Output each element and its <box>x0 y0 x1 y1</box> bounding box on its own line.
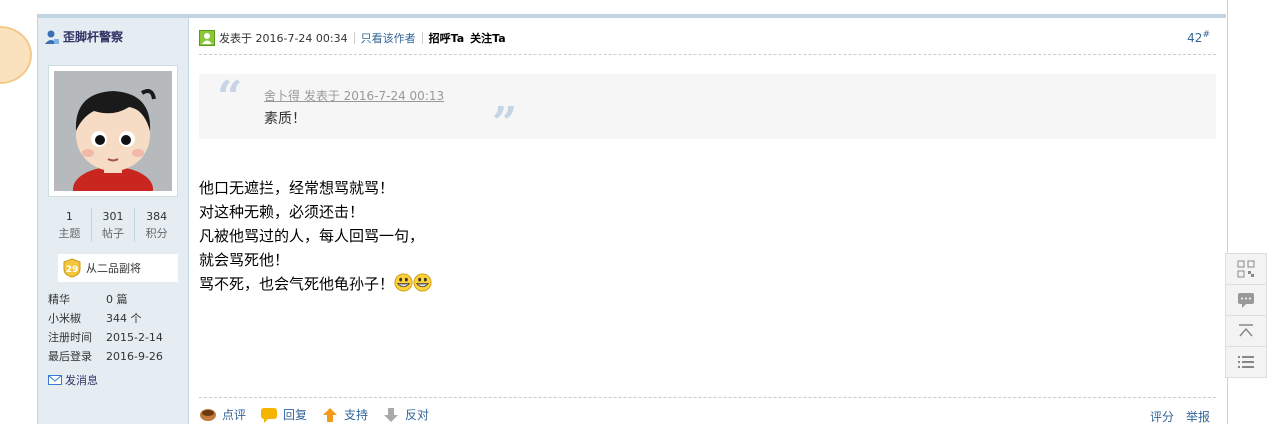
floor-number[interactable]: 42# <box>1187 30 1210 45</box>
stat-points-count[interactable]: 384 <box>135 208 178 225</box>
envelope-icon <box>48 375 62 385</box>
info-row: 精华 0 篇 <box>48 290 183 309</box>
author-sidebar: 歪脚杆警察 1 主题 301 帖子 384 积分 29 从二品副将 精华 0 篇… <box>38 18 189 424</box>
stat-posts-count[interactable]: 301 <box>92 208 135 225</box>
post-actions: 点评 回复 支持 反对 <box>199 406 443 423</box>
info-value: 2015-2-14 <box>106 331 163 344</box>
footer-divider <box>199 397 1216 398</box>
rank-number: 29 <box>66 265 79 275</box>
support-button[interactable]: 支持 <box>321 406 368 423</box>
post-actions-right: 评分 举报 <box>1150 408 1210 425</box>
reply-label[interactable]: 回复 <box>283 406 307 423</box>
info-value: 0 篇 <box>106 293 128 306</box>
author-username[interactable]: 歪脚杆警察 <box>63 28 123 45</box>
quote-open-icon: “ <box>217 72 243 123</box>
avatar[interactable] <box>48 65 178 197</box>
info-row: 小米椒 344 个 <box>48 309 183 328</box>
reply-bubble-icon <box>261 407 278 423</box>
body-line: 凡被他骂过的人，每人回骂一句， <box>199 227 425 245</box>
info-key: 最后登录 <box>48 350 92 363</box>
author-info: 精华 0 篇 小米椒 344 个 注册时间 2015-2-14 最后登录 201… <box>48 290 183 366</box>
body-line: 骂不死，也会气死他龟孙子！ <box>199 275 395 293</box>
qrcode-icon <box>1237 260 1255 278</box>
stat-topics-count[interactable]: 1 <box>48 208 91 225</box>
body-line: 就会骂死他！ <box>199 251 290 269</box>
rank-level-icon: 29 <box>63 258 81 278</box>
side-toolbar <box>1225 253 1267 378</box>
quote-close-icon: ” <box>492 98 518 149</box>
stat-points-label: 积分 <box>145 227 168 240</box>
oppose-label[interactable]: 反对 <box>405 406 429 423</box>
info-value: 2016-9-26 <box>106 350 163 363</box>
greet-link[interactable]: 招呼Ta <box>429 30 465 46</box>
stat-topics[interactable]: 1 主题 <box>48 208 92 242</box>
divider <box>353 32 355 44</box>
info-value: 344 个 <box>106 312 142 325</box>
list-icon <box>1238 356 1254 368</box>
body-line: 对这种无赖，必须还击！ <box>199 203 365 221</box>
rank-badge: 29 从二品副将 <box>58 254 178 282</box>
stat-points[interactable]: 384 积分 <box>135 208 178 242</box>
quote-text: 素质！ <box>264 111 306 127</box>
online-status-icon <box>199 30 215 46</box>
username-row[interactable]: 歪脚杆警察 <box>44 28 123 45</box>
author-stats: 1 主题 301 帖子 384 积分 <box>48 208 178 242</box>
info-key: 小米椒 <box>48 312 81 325</box>
reply-button[interactable]: 回复 <box>260 406 307 423</box>
info-key: 精华 <box>48 293 70 306</box>
post-timestamp: 发表于 2016-7-24 00:34 <box>219 32 348 45</box>
qrcode-button[interactable] <box>1225 253 1267 284</box>
divider <box>421 32 423 44</box>
info-row: 最后登录 2016-9-26 <box>48 347 183 366</box>
stat-posts[interactable]: 301 帖子 <box>92 208 136 242</box>
info-row: 注册时间 2015-2-14 <box>48 328 183 347</box>
comment-tool-button[interactable] <box>1225 284 1267 315</box>
previous-post-divider <box>37 0 1226 18</box>
quote-author-link[interactable]: 舍卜得 发表于 2016-7-24 00:13 <box>264 87 444 104</box>
stat-topics-label: 主题 <box>58 227 81 240</box>
body-line-with-emoji: 骂不死，也会气死他龟孙子！ <box>199 272 432 296</box>
quote-block: “ 舍卜得 发表于 2016-7-24 00:13 素质！ ” <box>199 72 1216 146</box>
oppose-button[interactable]: 反对 <box>382 406 429 423</box>
floor-number-value[interactable]: 42 <box>1187 31 1202 45</box>
send-message-link[interactable]: 发消息 <box>48 372 98 388</box>
support-label[interactable]: 支持 <box>344 406 368 423</box>
header-divider <box>199 54 1216 55</box>
body-line: 他口无遮拦，经常想骂就骂！ <box>199 179 395 197</box>
grin-emoji-icon <box>394 273 413 292</box>
send-message-label[interactable]: 发消息 <box>65 372 98 388</box>
comment-button[interactable]: 点评 <box>199 406 246 423</box>
only-author-link[interactable]: 只看该作者 <box>361 30 416 46</box>
floor-mark: # <box>1202 30 1210 40</box>
comment-label[interactable]: 点评 <box>222 406 246 423</box>
arrow-up-icon <box>323 407 338 422</box>
coffee-cup-icon <box>200 408 216 421</box>
user-online-icon <box>45 30 59 44</box>
back-to-top-icon <box>1239 324 1253 337</box>
post-header: 发表于 2016-7-24 00:34 只看该作者 招呼Ta 关注Ta <box>199 28 1216 48</box>
post-content: 发表于 2016-7-24 00:34 只看该作者 招呼Ta 关注Ta 42# … <box>199 18 1216 424</box>
arrow-down-icon <box>384 407 399 422</box>
stat-posts-label: 帖子 <box>102 227 124 240</box>
list-button[interactable] <box>1225 346 1267 378</box>
grin-emoji-icon <box>413 273 432 292</box>
avatar-image <box>54 71 172 191</box>
follow-link[interactable]: 关注Ta <box>470 30 506 46</box>
rate-link[interactable]: 评分 <box>1150 408 1174 425</box>
info-key: 注册时间 <box>48 331 92 344</box>
comment-bubble-icon <box>1238 293 1254 308</box>
rank-title: 从二品副将 <box>86 262 141 275</box>
report-link[interactable]: 举报 <box>1186 408 1210 425</box>
back-to-top-button[interactable] <box>1225 315 1267 346</box>
post-body: 他口无遮拦，经常想骂就骂！ 对这种无赖，必须还击！ 凡被他骂过的人，每人回骂一句… <box>199 176 432 296</box>
